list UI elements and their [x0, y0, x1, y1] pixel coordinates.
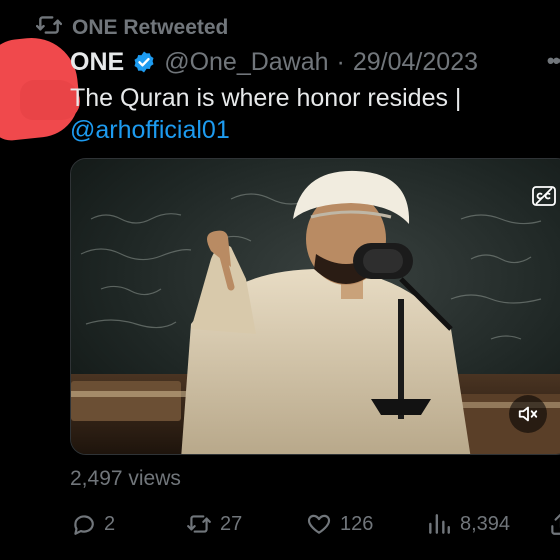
action-bar: 2 27 126 8,394: [70, 506, 560, 542]
reply-button[interactable]: 2: [70, 511, 115, 537]
retweet-button[interactable]: 27: [186, 511, 242, 537]
author-handle[interactable]: @One_Dawah: [164, 48, 328, 77]
views-button[interactable]: 8,394: [426, 511, 510, 537]
tweet-header: ONE @One_Dawah · 29/04/2023: [70, 44, 478, 80]
reply-icon: [70, 511, 96, 537]
header-separator: ·: [336, 47, 345, 76]
retweet-banner[interactable]: ONE Retweeted: [35, 14, 229, 42]
more-options-icon[interactable]: •••: [547, 48, 560, 74]
speaker-muted-icon[interactable]: [509, 395, 547, 433]
reply-count: 2: [104, 512, 116, 535]
verified-badge-icon[interactable]: [132, 50, 156, 74]
retweet-count: 27: [220, 512, 243, 535]
tweet-text: The Quran is where honor resides | @arho…: [70, 82, 550, 146]
views-count: 8,394: [460, 512, 511, 535]
share-button[interactable]: [548, 511, 560, 537]
retweet-icon: [186, 511, 212, 537]
retweet-banner-label: ONE Retweeted: [72, 16, 229, 39]
like-button[interactable]: 126: [306, 511, 373, 537]
author-name[interactable]: ONE: [70, 48, 124, 77]
video-frame: [71, 159, 560, 454]
analytics-icon: [426, 511, 452, 537]
closed-captions-icon[interactable]: [531, 185, 557, 207]
heart-icon: [306, 511, 332, 537]
video-player[interactable]: [70, 158, 560, 455]
mention-link[interactable]: @arhofficial01: [70, 114, 550, 146]
views-count-label[interactable]: 2,497 views: [70, 467, 181, 491]
like-count: 126: [340, 512, 374, 535]
tweet-body: The Quran is where honor resides |: [70, 84, 462, 112]
tweet-date[interactable]: 29/04/2023: [353, 48, 478, 77]
share-icon: [548, 511, 560, 537]
